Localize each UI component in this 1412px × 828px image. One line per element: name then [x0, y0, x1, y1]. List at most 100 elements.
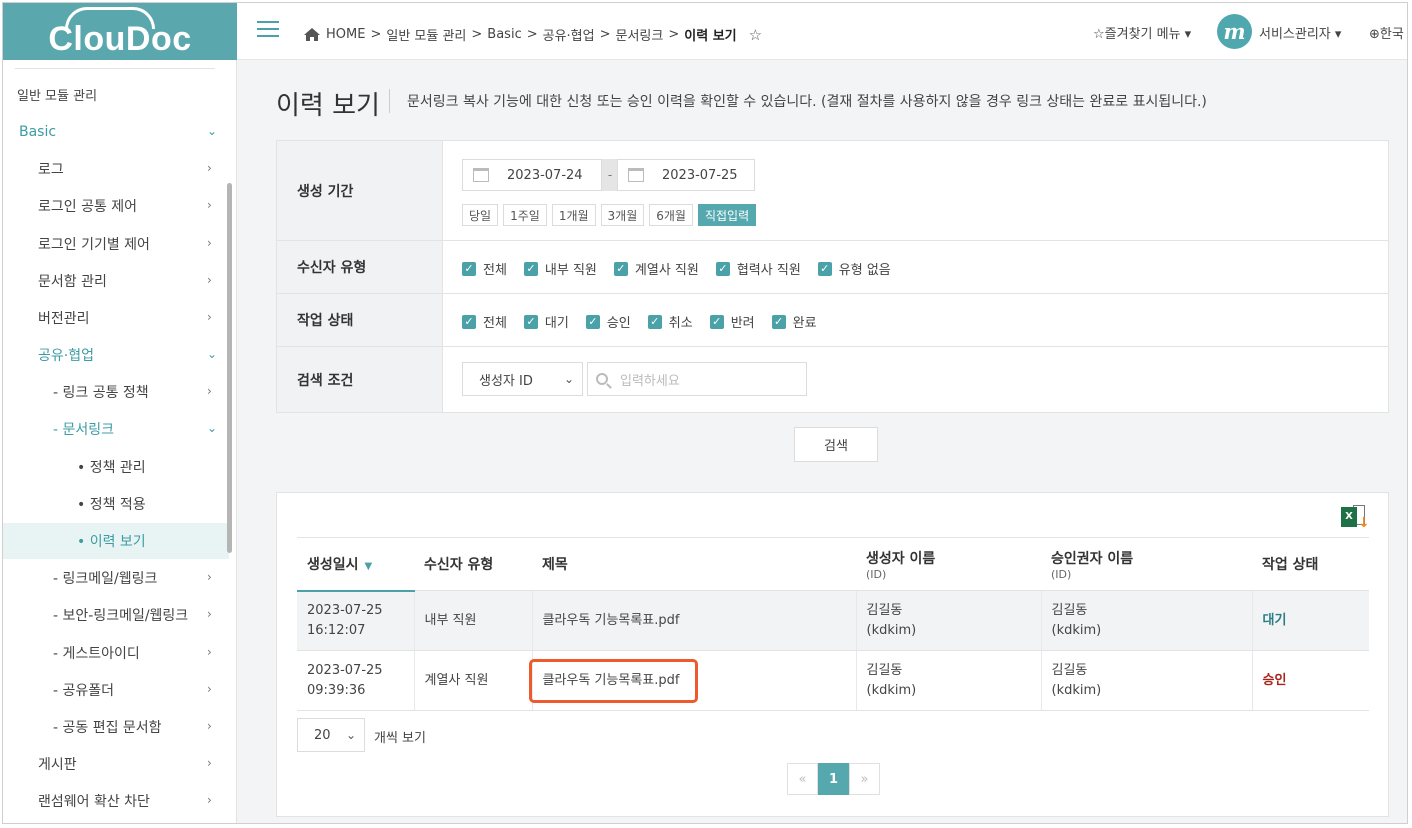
recipient-affiliate-checkbox[interactable]: ✓ 계열사 직원 [613, 259, 699, 278]
table-row[interactable]: 2023-07-25 09:39:36 계열사 직원 클라우독 기능목록표.pdf… [297, 650, 1369, 711]
sidebar-scrollbar[interactable] [227, 183, 232, 553]
filter-panel: 생성 기간 2023-07-24 - 2023-07-25 당일 1주일 1개월… [276, 140, 1389, 413]
sidebar-item-board[interactable]: 게시판 › [3, 746, 229, 782]
checkmark-icon: ✓ [523, 314, 538, 329]
sidebar-item-log[interactable]: 로그 › [3, 151, 229, 187]
sidebar-item-shared-folder[interactable]: - 공유폴더 › [3, 672, 229, 708]
col-title-header: 제목 [532, 537, 856, 591]
page-description: 문서링크 복사 기능에 대한 신청 또는 승인 이력을 확인할 수 있습니다. … [407, 94, 1207, 110]
chevron-right-icon: › [207, 645, 212, 659]
breadcrumb: HOME > 일반 모듈 관리 > Basic > 공유·협업 > 문서링크 >… [303, 25, 762, 44]
logo[interactable]: ClouDoc [3, 3, 237, 60]
sidebar-item-coedit[interactable]: - 공동 편집 문서함 › [3, 709, 229, 745]
avatar[interactable]: m [1217, 14, 1252, 49]
prev-page-button[interactable]: « [787, 763, 818, 795]
chevron-right-icon: › [207, 198, 212, 212]
menu-icon[interactable] [257, 21, 279, 39]
sidebar-item-linkmail[interactable]: - 링크메일/웹링크 › [3, 560, 229, 596]
favorites-menu[interactable]: ☆즐겨찾기 메뉴 ▾ [1093, 23, 1191, 42]
search-input[interactable]: 입력하세요 [587, 362, 807, 396]
sidebar-item-login-device[interactable]: 로그인 기기별 제어 › [3, 226, 229, 262]
excel-download-icon[interactable]: X ↓ [1341, 505, 1370, 531]
chevron-down-icon: ⌄ [207, 124, 218, 138]
sidebar: 일반 모듈 관리 Basic ⌄ 로그 › 로그인 공통 제어 › 로그인 기기별 제… [3, 60, 237, 823]
end-date-input[interactable]: 2023-07-25 [617, 159, 755, 191]
status-all-checkbox[interactable]: ✓ 전체 [462, 312, 507, 331]
checkmark-icon: ✓ [613, 261, 628, 276]
start-date-input[interactable]: 2023-07-24 [462, 159, 602, 191]
recipient-partner-checkbox[interactable]: ✓ 협력사 직원 [715, 259, 801, 278]
chevron-down-icon: ⌄ [207, 421, 218, 435]
status-approved-checkbox[interactable]: ✓ 승인 [585, 312, 631, 331]
status-reject-checkbox[interactable]: ✓ 반려 [709, 312, 755, 331]
breadcrumb-current: 이력 보기 [684, 29, 737, 44]
next-page-button[interactable]: » [849, 763, 880, 795]
status-complete-checkbox[interactable]: ✓ 완료 [771, 312, 817, 331]
status-cancel-checkbox[interactable]: ✓ 취소 [647, 312, 693, 331]
sidebar-item-secure-linkmail[interactable]: - 보안-링크메일/웹링크 › [3, 597, 229, 633]
sidebar-item-policy-apply[interactable]: • 정책 적용 [3, 486, 229, 522]
period-1month-button[interactable]: 1개월 [551, 204, 596, 226]
period-3month-button[interactable]: 3개월 [600, 204, 645, 226]
sidebar-section-general: 일반 모듈 관리 [17, 88, 98, 104]
status-badge: 대기 [1262, 612, 1287, 628]
chevron-right-icon: › [207, 384, 212, 398]
sidebar-item-login-common[interactable]: 로그인 공통 제어 › [3, 188, 229, 224]
period-1week-button[interactable]: 1주일 [503, 204, 547, 226]
breadcrumb-doclink[interactable]: 문서링크 [616, 25, 664, 44]
sidebar-item-version[interactable]: 버전관리 › [3, 300, 229, 336]
checkmark-icon: ✓ [523, 261, 538, 276]
sidebar-item-guest-id[interactable]: - 게스트아이디 › [3, 635, 229, 671]
title-divider [389, 89, 390, 113]
col-creator-header: 생성자 이름 (ID) [856, 537, 1041, 591]
approver-cell: 김길동 (kdkim) [1040, 590, 1252, 651]
sidebar-item-policy-manage[interactable]: • 정책 관리 [3, 449, 229, 485]
status-badge: 승인 [1262, 672, 1287, 688]
sidebar-item-basic[interactable]: Basic ⌄ [3, 114, 229, 150]
search-icon [596, 373, 608, 385]
recipient-internal-checkbox[interactable]: ✓ 내부 직원 [523, 259, 597, 278]
breadcrumb-basic[interactable]: Basic [487, 27, 521, 42]
sidebar-item-link-policy[interactable]: - 링크 공통 정책 › [3, 374, 229, 410]
sidebar-item-doclink[interactable]: - 문서링크 ⌄ [3, 411, 229, 447]
sidebar-item-share[interactable]: 공유·협업 ⌄ [3, 337, 229, 373]
title-cell[interactable]: 클라우독 기능목록표.pdf [531, 590, 856, 651]
home-icon[interactable] [303, 27, 321, 42]
breadcrumb-general[interactable]: 일반 모듈 관리 [386, 25, 466, 44]
chevron-right-icon: › [207, 607, 212, 621]
title-cell: 클라우독 기능목록표.pdf [528, 650, 856, 711]
search-button[interactable]: 검색 [794, 427, 878, 462]
creator-cell: 김길동 (kdkim) [855, 590, 1041, 651]
breadcrumb-share[interactable]: 공유·협업 [543, 25, 595, 44]
user-menu[interactable]: 서비스관리자 ▾ [1259, 23, 1341, 42]
per-page-select[interactable]: 20 ⌄ [297, 718, 365, 752]
star-icon[interactable]: ☆ [749, 26, 762, 44]
sidebar-item-docbox[interactable]: 문서함 관리 › [3, 263, 229, 299]
breadcrumb-home[interactable]: HOME [326, 27, 365, 42]
language-menu[interactable]: ⊕한국 [1369, 23, 1404, 42]
recipient-none-checkbox[interactable]: ✓ 유형 없음 [817, 259, 891, 278]
date-separator: - [602, 159, 618, 191]
chevron-right-icon: › [207, 793, 212, 807]
search-field-select[interactable]: 생성자 ID ⌄ [462, 362, 583, 396]
period-today-button[interactable]: 당일 [462, 204, 499, 226]
calendar-icon [473, 168, 489, 182]
recipient-checkboxes: ✓ 전체 ✓ 내부 직원 ✓ 계열사 직원 ✓ 협력사 직원 ✓ 유형 없음 [462, 259, 908, 278]
logo-text: ClouDoc [48, 20, 192, 58]
page-1-button[interactable]: 1 [818, 763, 849, 795]
created-cell: 2023-07-25 09:39:36 [297, 650, 414, 711]
highlighted-title[interactable]: 클라우독 기능목록표.pdf [528, 658, 698, 703]
period-custom-button[interactable]: 직접입력 [697, 204, 757, 226]
status-checkboxes: ✓ 전체 ✓ 대기 ✓ 승인 ✓ 취소 ✓ 반려 ✓ 완료 [462, 312, 834, 331]
col-created-header[interactable]: 생성일시 ▼ [297, 537, 414, 592]
period-6month-button[interactable]: 6개월 [649, 204, 693, 226]
table-row[interactable]: 2023-07-25 16:12:07 내부 직원 클라우독 기능목록표.pdf … [297, 590, 1369, 651]
status-cell: 대기 [1251, 590, 1369, 651]
star-icon: ☆ [1093, 27, 1105, 42]
recipient-all-checkbox[interactable]: ✓ 전체 [462, 259, 507, 278]
chevron-down-icon: ⌄ [207, 347, 218, 361]
sidebar-item-history[interactable]: • 이력 보기 [3, 523, 229, 559]
sidebar-item-ransomware[interactable]: 랜섬웨어 확산 차단 › [3, 783, 229, 819]
recipient-cell: 계열사 직원 [413, 650, 532, 711]
status-wait-checkbox[interactable]: ✓ 대기 [523, 312, 569, 331]
